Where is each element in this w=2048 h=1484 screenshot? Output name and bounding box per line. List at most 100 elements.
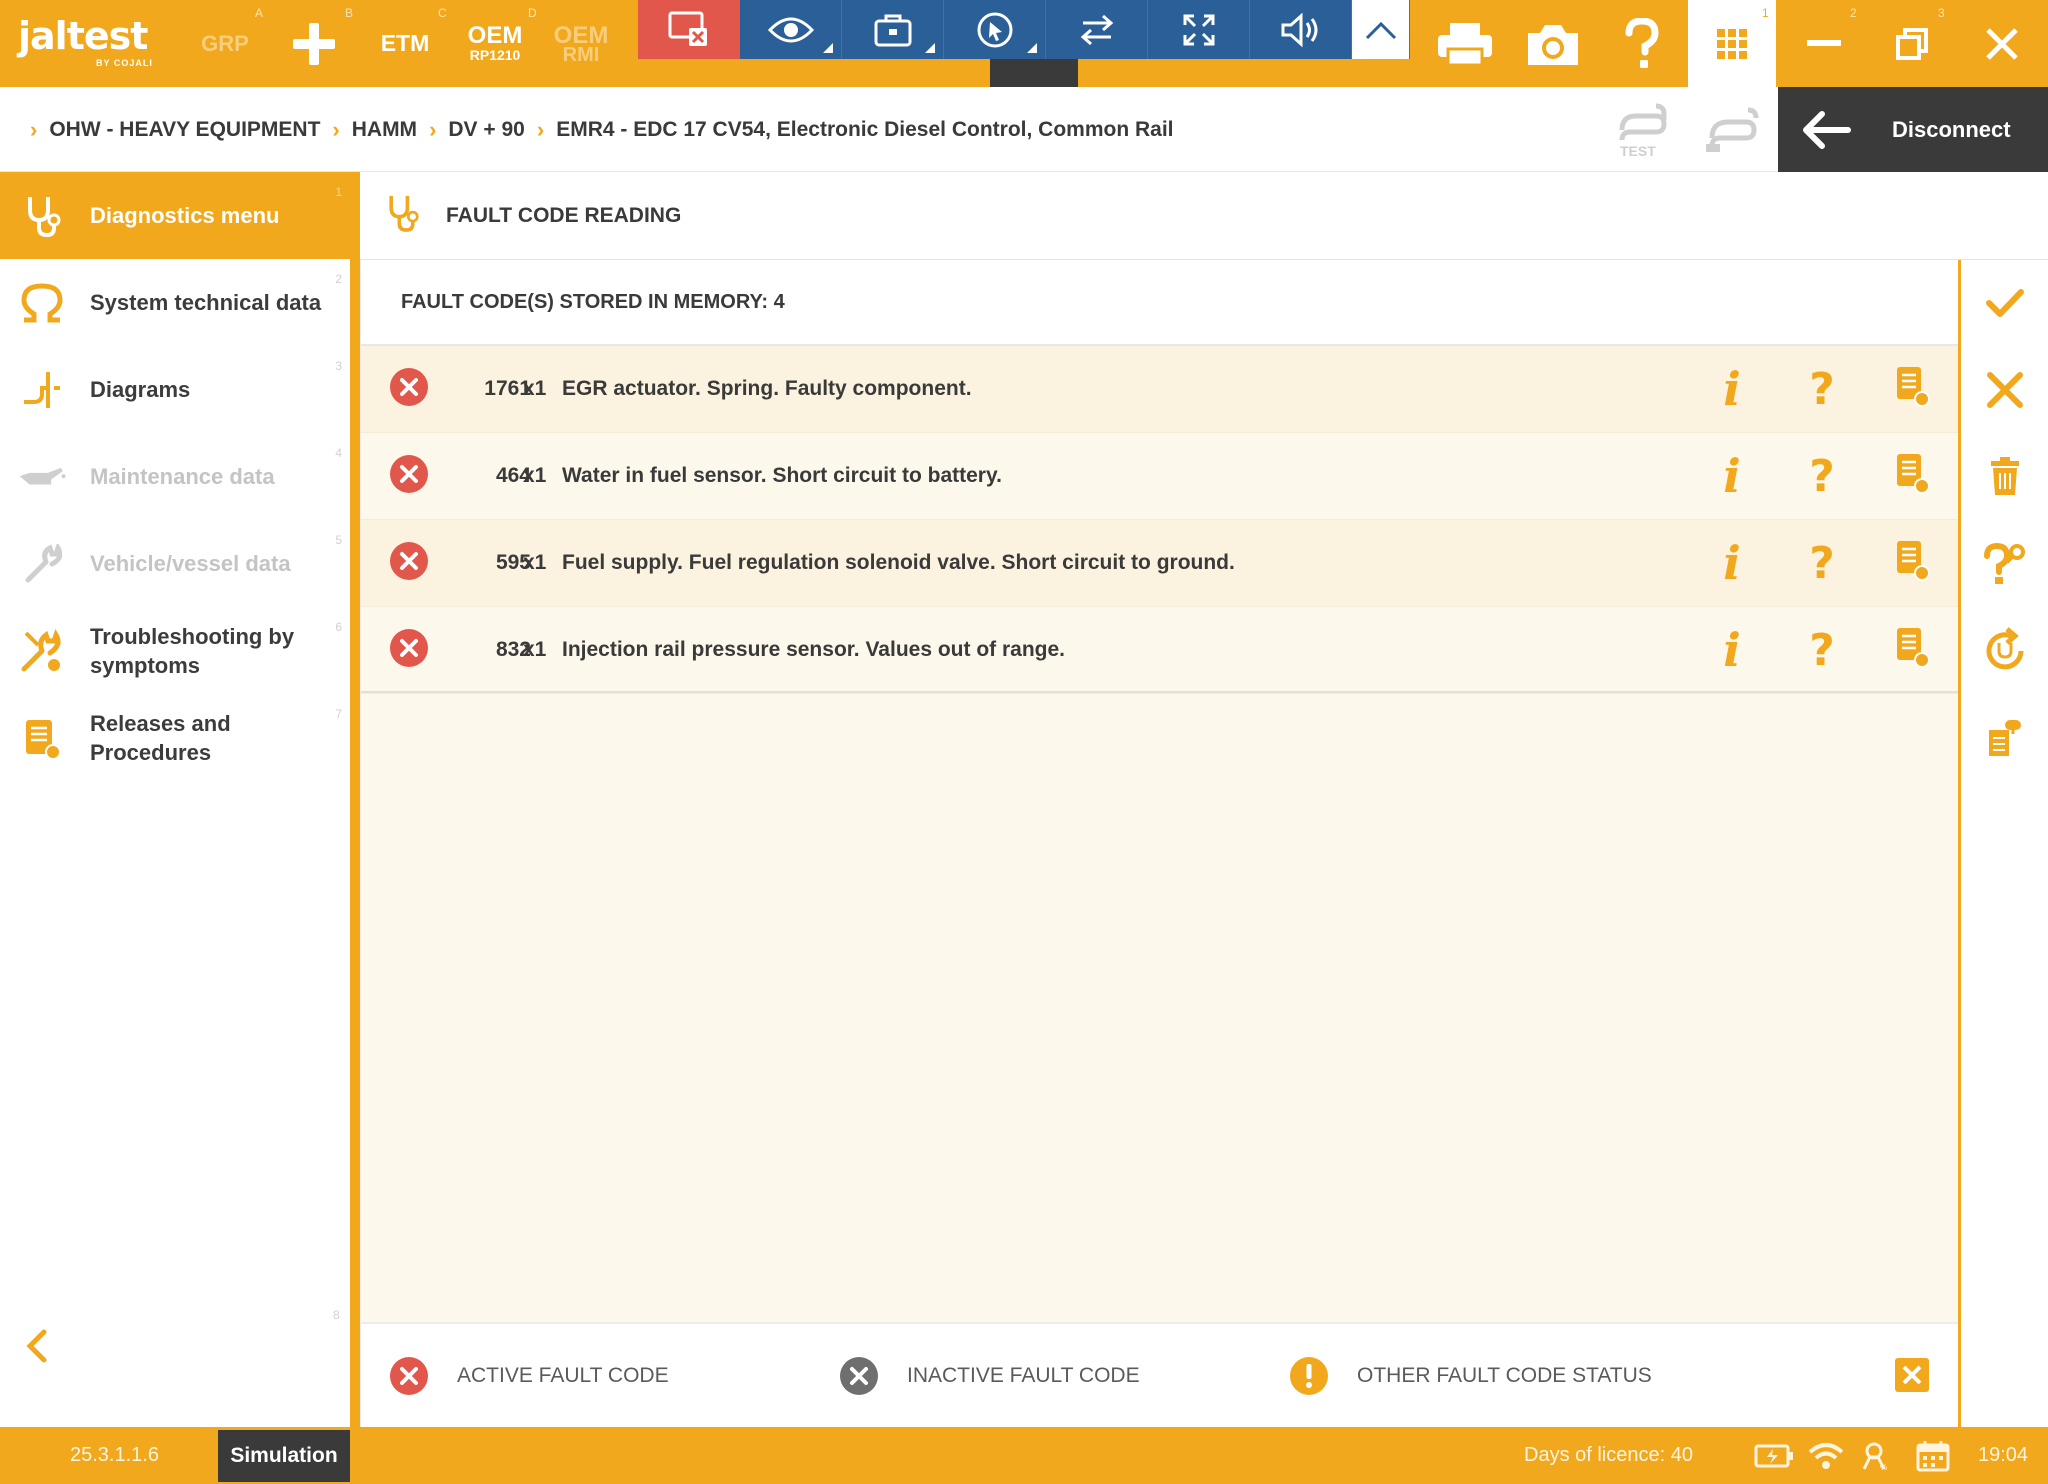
fault-occurrences: x1 — [523, 377, 547, 400]
fault-occurrences: x1 — [523, 551, 547, 574]
fault-code-panel: FAULT CODE(S) STORED IN MEMORY: 4 1761 x1… — [360, 260, 1959, 1322]
add-button[interactable] — [284, 0, 344, 87]
end-session-button[interactable] — [638, 0, 740, 59]
help-icon — [1625, 17, 1659, 68]
disconnect-label: Disconnect — [1892, 116, 2011, 142]
fault-code: 1761 — [484, 377, 531, 400]
test-connection-icon: TEST — [1619, 103, 1667, 158]
document-icon — [1893, 539, 1931, 588]
sound-icon — [1281, 12, 1317, 47]
legend-close-button[interactable] — [1895, 1358, 1929, 1392]
fault-info-button[interactable]: i — [1707, 362, 1757, 416]
sidebar-item-label: Vehicle/vessel data — [90, 551, 291, 576]
oem-label: OEM — [467, 21, 523, 49]
sidebar-item-vehicle-vessel-data: Vehicle/vessel data 5 — [0, 520, 350, 607]
breadcrumb-item[interactable]: HAMM — [352, 118, 417, 142]
fault-info-button[interactable]: i — [1707, 623, 1757, 677]
screenshot-button[interactable] — [1518, 0, 1588, 87]
fault-code: 832 — [495, 638, 531, 661]
sidebar-item-diagrams[interactable]: Diagrams 3 — [0, 346, 350, 433]
close-app-button[interactable] — [1956, 0, 2048, 87]
oem-rmi-button[interactable]: OEM RMI — [546, 0, 616, 87]
remote-session-toolbar — [638, 0, 1410, 59]
top-toolbar: jaltest BY COJALI GRP A B ETM C OEM RP12… — [0, 0, 2048, 87]
sidebar-item-diagnostics-menu[interactable]: Diagnostics menu 1 — [0, 172, 350, 259]
fault-row[interactable]: 832 x1 Injection rail pressure sensor. Val… — [361, 607, 1958, 694]
sidebar-item-label: Diagrams — [90, 377, 191, 402]
status-bar: 25.3.1.1.6 Simulation Days of licence: 4… — [0, 1427, 2048, 1484]
sidebar-item-label: Diagnostics menu — [90, 203, 280, 228]
action-sidebar — [1958, 260, 2048, 1427]
breadcrumb: › OHW - HEAVY EQUIPMENT › HAMM › DV + 90… — [30, 116, 1174, 142]
fault-help-button[interactable]: ? — [1797, 625, 1847, 676]
fault-row[interactable]: 1761 x1 EGR actuator. Spring. Faulty compo… — [361, 346, 1958, 433]
procedures-icon — [18, 714, 66, 762]
active-fault-icon — [389, 367, 429, 412]
fault-help-button[interactable]: ? — [1797, 451, 1847, 502]
list-divider — [361, 691, 1959, 693]
fault-status-legend: ACTIVE FAULT CODE INACTIVE FAULT CODE OT… — [360, 1322, 1958, 1427]
active-fault-icon — [389, 628, 429, 673]
fault-occurrences: x1 — [523, 638, 547, 661]
transfer-button[interactable] — [1046, 0, 1148, 59]
oem-rp1210-button[interactable]: OEM RP1210 — [460, 0, 530, 87]
breadcrumb-item[interactable]: DV + 90 — [448, 118, 524, 142]
grp-button[interactable]: GRP — [196, 0, 254, 87]
sidebar-collapse-button[interactable] — [24, 1318, 64, 1374]
fault-procedure-button[interactable] — [1887, 538, 1937, 588]
legend-inactive: INACTIVE FAULT CODE — [839, 1324, 1140, 1427]
fault-description: Water in fuel sensor. Short circuit to b… — [562, 464, 1002, 487]
oem-sub-label: RP1210 — [469, 46, 521, 63]
pointer-button[interactable] — [944, 0, 1046, 59]
print-button[interactable] — [1430, 0, 1500, 87]
fault-row[interactable]: 595 x1 Fuel supply. Fuel regulation soleno… — [361, 520, 1958, 607]
refresh-diagnostics-button[interactable] — [1961, 608, 2048, 694]
confirm-button[interactable] — [1961, 260, 2048, 346]
fault-description: Injection rail pressure sensor. Values o… — [562, 638, 1065, 661]
jaltest-logo: jaltest BY COJALI — [18, 14, 168, 72]
logo-subtext: BY COJALI — [96, 58, 153, 68]
fault-procedure-button[interactable] — [1887, 625, 1937, 675]
sidebar-item-releases-and-procedures[interactable]: Releases and Procedures 7 — [0, 694, 350, 781]
guided-help-icon — [1983, 542, 2025, 584]
fault-procedure-button[interactable] — [1887, 451, 1937, 501]
arrow-left-icon — [1803, 110, 1851, 149]
connection-icon — [1706, 107, 1759, 152]
fault-row[interactable]: 464 x1 Water in fuel sensor. Short circuit… — [361, 433, 1958, 520]
fault-info-button[interactable]: i — [1707, 536, 1757, 590]
sidebar-item-troubleshooting-by-symptoms[interactable]: Troubleshooting by symptoms 6 — [0, 607, 350, 694]
cancel-button[interactable] — [1961, 347, 2048, 433]
delete-faults-button[interactable] — [1961, 434, 2048, 520]
fullscreen-button[interactable] — [1148, 0, 1250, 59]
battery-icon — [1754, 1427, 1794, 1484]
collapse-toolbar-button[interactable] — [1352, 0, 1410, 59]
licence-days: Days of licence: 40 — [1524, 1444, 1693, 1466]
oil-can-icon — [18, 453, 66, 501]
close-icon — [1895, 1358, 1929, 1392]
toolbox-button[interactable] — [842, 0, 944, 59]
legend-inactive-label: INACTIVE FAULT CODE — [907, 1363, 1140, 1387]
sidebar-collapse-num: 8 — [333, 1308, 340, 1322]
disconnect-button[interactable]: Disconnect — [1778, 87, 2048, 172]
sidebar-item-system-technical-data[interactable]: System technical data 2 — [0, 259, 350, 346]
fault-help-button[interactable]: ? — [1797, 538, 1847, 589]
view-button[interactable] — [740, 0, 842, 59]
fault-help-button[interactable]: ? — [1797, 364, 1847, 415]
fault-info-button[interactable]: i — [1707, 449, 1757, 503]
breadcrumb-item[interactable]: EMR4 - EDC 17 CV54, Electronic Diesel Co… — [556, 118, 1173, 142]
sound-button[interactable] — [1250, 0, 1352, 59]
guided-help-button[interactable] — [1961, 521, 2048, 607]
etm-button[interactable]: ETM — [372, 0, 438, 87]
remote-toolbar-handle[interactable] — [990, 59, 1078, 87]
report-button[interactable] — [1961, 695, 2048, 781]
fault-procedure-button[interactable] — [1887, 364, 1937, 414]
help-button[interactable] — [1612, 0, 1672, 87]
confirm-icon — [1985, 289, 2024, 317]
active-fault-icon — [389, 541, 429, 586]
stethoscope-icon — [384, 193, 420, 238]
delete-icon — [1990, 457, 2019, 495]
fullscreen-icon — [1183, 14, 1214, 45]
breadcrumb-item[interactable]: OHW - HEAVY EQUIPMENT — [49, 118, 320, 142]
printer-icon — [1438, 22, 1492, 66]
legend-other: OTHER FAULT CODE STATUS — [1289, 1324, 1652, 1427]
